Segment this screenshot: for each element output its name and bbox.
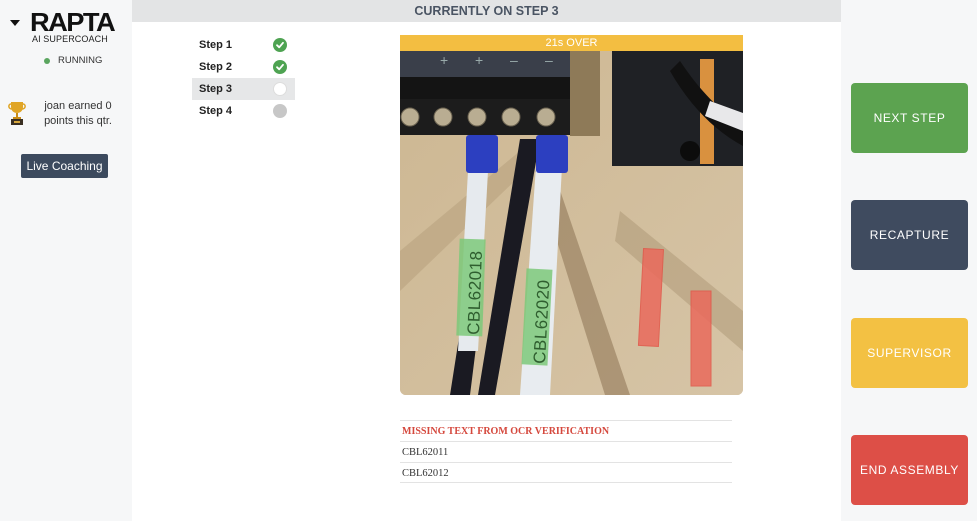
brand-subtitle: AI SUPERCOACH bbox=[32, 34, 108, 44]
status-label: RUNNING bbox=[58, 55, 103, 66]
current-step-banner: CURRENTLY ON STEP 3 bbox=[132, 0, 841, 22]
brand-logo: RAPTA bbox=[30, 7, 116, 37]
ocr-verification-table: MISSING TEXT FROM OCR VERIFICATION CBL62… bbox=[400, 420, 732, 483]
detected-label-box: CBL62020 bbox=[521, 268, 553, 366]
end-assembly-button[interactable]: END ASSEMBLY bbox=[851, 435, 968, 505]
trophy-icon bbox=[8, 100, 26, 126]
sidebar: RAPTA AI SUPERCOACH RUNNING joan earned … bbox=[0, 0, 132, 521]
step-item-4[interactable]: Step 4 bbox=[192, 100, 295, 122]
app-root: RAPTA AI SUPERCOACH RUNNING joan earned … bbox=[0, 0, 977, 521]
step-label: Step 4 bbox=[199, 105, 233, 117]
detected-label-box: CBL62018 bbox=[456, 238, 486, 337]
points-text: joan earned 0 points this qtr. bbox=[44, 100, 112, 127]
svg-text:+: + bbox=[440, 52, 448, 68]
photo-illustration: + + – – CBL62018 CBL62020 bbox=[400, 51, 743, 395]
action-panel: NEXT STEP RECAPTURE SUPERVISOR END ASSEM… bbox=[841, 0, 977, 521]
main-panel: CURRENTLY ON STEP 3 Step 1 Step 2 Step 3… bbox=[132, 0, 841, 521]
step-label: Step 3 bbox=[199, 83, 233, 95]
step-item-3[interactable]: Step 3 bbox=[192, 78, 295, 100]
ocr-missing-item: CBL62012 bbox=[400, 462, 732, 483]
check-circle-icon bbox=[273, 38, 287, 52]
live-coaching-button[interactable]: Live Coaching bbox=[21, 154, 108, 178]
step-item-2[interactable]: Step 2 bbox=[192, 56, 295, 78]
svg-text:–: – bbox=[545, 52, 553, 68]
caret-down-icon[interactable] bbox=[10, 20, 20, 26]
status-dot-icon bbox=[44, 57, 50, 64]
step-label: Step 2 bbox=[199, 61, 233, 73]
next-step-button[interactable]: NEXT STEP bbox=[851, 83, 968, 153]
status-indicator: RUNNING bbox=[44, 55, 102, 66]
missing-label-marker bbox=[690, 290, 712, 387]
svg-text:–: – bbox=[510, 52, 518, 68]
recapture-button[interactable]: RECAPTURE bbox=[851, 200, 968, 270]
step-label: Step 1 bbox=[199, 39, 233, 51]
supervisor-button[interactable]: SUPERVISOR bbox=[851, 318, 968, 388]
ocr-heading: MISSING TEXT FROM OCR VERIFICATION bbox=[400, 420, 732, 441]
step-item-1[interactable]: Step 1 bbox=[192, 34, 295, 56]
pending-circle-icon bbox=[273, 104, 287, 118]
step-list: Step 1 Step 2 Step 3 Step 4 bbox=[192, 34, 295, 122]
svg-text:+: + bbox=[475, 52, 483, 68]
timer-overdue-bar: 21s OVER bbox=[400, 35, 743, 51]
points-summary: joan earned 0 points this qtr. bbox=[8, 99, 114, 129]
detected-label-text: CBL62018 bbox=[464, 250, 486, 335]
check-circle-icon bbox=[273, 60, 287, 74]
empty-circle-icon bbox=[273, 82, 287, 96]
captured-photo: + + – – CBL62018 CBL62020 bbox=[400, 51, 743, 395]
brand-menu[interactable]: RAPTA bbox=[10, 9, 116, 35]
ocr-missing-item: CBL62011 bbox=[400, 441, 732, 462]
